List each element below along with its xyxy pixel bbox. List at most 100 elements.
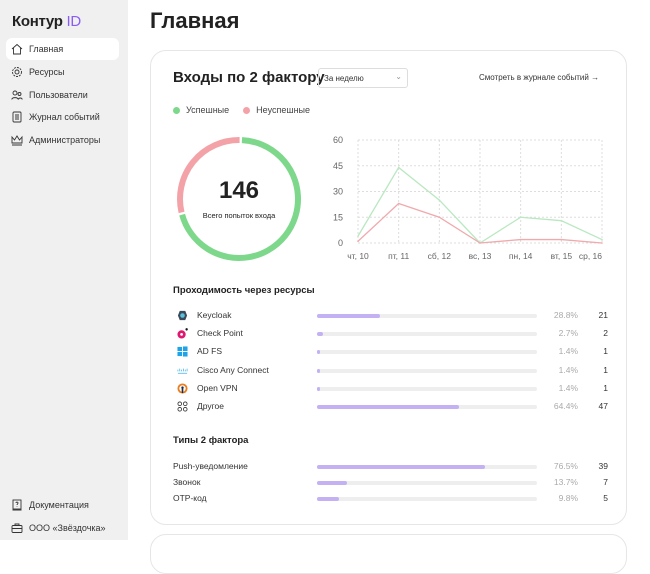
y-tick-label: 30 [333, 187, 343, 197]
data-point [560, 238, 563, 241]
openvpn-icon [177, 383, 188, 394]
data-point [438, 199, 441, 201]
item-count: 1 [603, 346, 608, 357]
progress-bar [317, 405, 537, 409]
y-tick-label: 15 [333, 212, 343, 222]
list-item: Cisco Any Connect 1.4% 1 [173, 364, 608, 378]
progress-bar [317, 497, 537, 501]
item-percent: 64.4% [553, 401, 578, 411]
item-count: 39 [598, 461, 608, 471]
item-count: 5 [603, 493, 608, 503]
progress-bar [317, 481, 537, 485]
sidebar: Контур ID Главная Ресурсы Пользователи Ж… [0, 0, 128, 540]
sidebar-item-admins[interactable]: Администраторы [6, 129, 119, 151]
item-count: 2 [603, 328, 608, 339]
chevron-down-icon: ⌄ [395, 72, 402, 81]
item-name: Open VPN [197, 382, 238, 393]
item-percent: 1.4% [558, 346, 578, 357]
data-point [357, 235, 359, 237]
list-item: Другое 64.4% 47 [173, 400, 608, 414]
logo[interactable]: Контур ID [12, 13, 81, 30]
item-name: Keycloak [197, 310, 232, 320]
donut-total: 146 [218, 177, 260, 204]
item-name: Другое [197, 401, 225, 411]
progress-bar [317, 368, 537, 373]
list-item: Push-уведомление 76.5% 39 [173, 460, 608, 474]
sidebar-item-docs[interactable]: Документация [6, 494, 119, 516]
types-title: Типы 2 фактора [173, 435, 249, 446]
data-point [601, 238, 603, 241]
data-point [519, 238, 522, 241]
item-percent: 2.7% [558, 328, 578, 339]
cisco-icon [177, 368, 188, 374]
progress-bar [317, 332, 537, 337]
windows-icon [177, 346, 188, 357]
item-name: OTP-код [173, 493, 207, 503]
briefcase-icon [11, 523, 23, 533]
item-count: 7 [603, 477, 608, 487]
item-name: AD FS [197, 346, 223, 357]
sidebar-nav: Главная Ресурсы Пользователи Журнал собы… [6, 38, 119, 152]
list-item: AD FS 1.4% 1 [173, 345, 608, 359]
x-tick-label: вт, 15 [551, 251, 573, 261]
item-percent: 9.8% [558, 493, 578, 503]
progress-bar [317, 465, 537, 469]
data-point [397, 166, 400, 169]
keycloak-icon [177, 310, 188, 321]
progress-bar [317, 350, 537, 355]
x-tick-label: пн, 14 [509, 251, 533, 261]
item-name: Push-уведомление [173, 461, 248, 471]
period-select[interactable]: За неделю ⌄ [318, 68, 408, 88]
chart-legend: Успешные Неуспешные [173, 105, 310, 115]
legend-fail: Неуспешные [243, 105, 310, 115]
line-chart: 0 15 30 45 60 чт, 10 пт, 11 сб, 12 вс, 13 пн, 14 в… [333, 135, 603, 261]
list-item: OTP-код 9.8% 5 [173, 492, 608, 506]
item-percent: 1.4% [558, 382, 578, 393]
data-point [519, 216, 522, 219]
data-point [601, 242, 603, 244]
sidebar-item-users[interactable]: Пользователи [6, 84, 119, 106]
progress-bar [317, 386, 537, 391]
x-tick-label: сб, 12 [428, 251, 452, 261]
gear-icon [12, 66, 22, 77]
sidebar-item-journal[interactable]: Журнал событий [6, 106, 119, 128]
item-count: 1 [603, 382, 608, 393]
sidebar-item-resources[interactable]: Ресурсы [6, 61, 119, 83]
list-item: Open VPN 1.4% 1 [173, 382, 608, 396]
users-icon [11, 90, 23, 100]
next-card [150, 534, 627, 574]
checkpoint-icon [177, 328, 188, 339]
item-count: 47 [598, 401, 608, 411]
sidebar-item-home[interactable]: Главная [6, 38, 119, 60]
crown-icon [11, 135, 23, 146]
y-tick-label: 45 [333, 161, 343, 171]
sidebar-item-organization[interactable]: ООО «Звёздочка» [6, 517, 119, 539]
help-book-icon [12, 499, 22, 511]
x-tick-label: ср, 16 [579, 251, 602, 261]
data-point [479, 242, 481, 244]
y-tick-label: 0 [338, 238, 343, 248]
item-count: 1 [603, 364, 608, 375]
list-item: Check Point 2.7% 2 [173, 327, 608, 341]
resources-title: Проходимость через ресурсы [173, 285, 315, 296]
item-percent: 76.5% [553, 461, 578, 471]
data-point [397, 202, 400, 205]
home-icon [11, 43, 23, 55]
donut-label: Всего попыток входа [202, 211, 276, 220]
x-tick-label: пт, 11 [388, 251, 409, 261]
list-item: Keycloak 28.8% 21 [173, 309, 608, 323]
item-name: Check Point [197, 328, 243, 339]
list-item: Звонок 13.7% 7 [173, 476, 608, 490]
y-tick-label: 60 [333, 135, 343, 145]
progress-bar [317, 314, 537, 318]
data-point [357, 240, 359, 243]
sidebar-bottom: Документация ООО «Звёздочка» [6, 494, 119, 540]
journal-icon [12, 111, 22, 123]
legend-success: Успешные [173, 105, 229, 115]
page-title: Главная [150, 8, 240, 33]
two-factor-card: Входы по 2 фактору За неделю ⌄ Смотреть в… [150, 50, 627, 525]
item-percent: 1.4% [558, 364, 578, 375]
item-percent: 28.8% [553, 310, 578, 320]
card-title: Входы по 2 фактору [173, 69, 325, 86]
journal-link[interactable]: Смотреть в журнале событий → [479, 73, 599, 82]
